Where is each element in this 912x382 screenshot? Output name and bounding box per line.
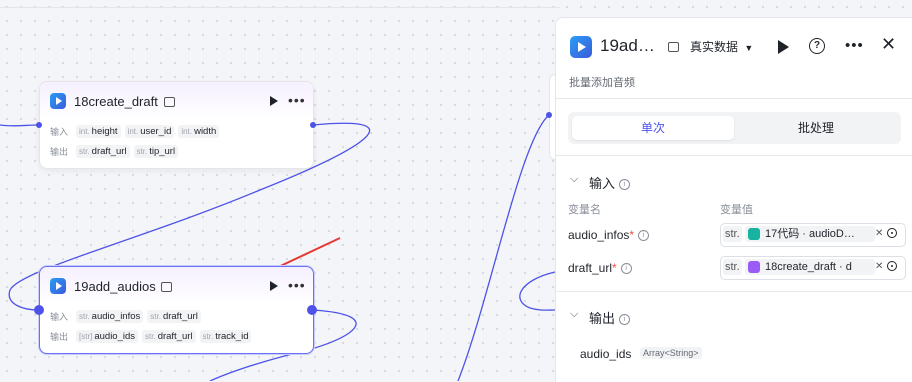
more-icon[interactable]: •••: [845, 37, 864, 54]
output-type: Array<String>: [640, 347, 702, 359]
chevron-down-icon[interactable]: ⌵: [570, 173, 578, 186]
divider: [556, 98, 912, 99]
info-icon[interactable]: i: [620, 263, 632, 275]
divider: [556, 291, 912, 292]
input-chip: int. user_id: [124, 124, 175, 138]
divider: [556, 155, 912, 156]
wire-panel-loop: [519, 271, 556, 311]
output-chip: str. draft_url: [76, 144, 130, 158]
type-tag: str.: [723, 226, 742, 242]
data-mode-label: 真实数据: [690, 40, 739, 54]
param-value-field[interactable]: str. 18create_draft · d ✕: [720, 256, 906, 280]
output-port[interactable]: [307, 305, 317, 315]
plugin-icon: [748, 261, 760, 273]
col-var-name: 变量名: [568, 204, 601, 216]
inputs-label: 输入: [50, 311, 69, 322]
plugin-play-icon: [50, 278, 66, 294]
input-section-label: 输入: [589, 176, 616, 191]
input-chip: str. audio_infos: [76, 309, 144, 323]
help-icon[interactable]: ?: [809, 38, 825, 54]
output-section-label: 输出: [589, 311, 616, 326]
inputs-label: 输入: [50, 126, 69, 137]
tab-batch[interactable]: 批处理: [735, 116, 897, 140]
outputs-label: 输出: [50, 331, 69, 342]
input-section-title: 输入 i: [589, 173, 631, 192]
run-icon[interactable]: [270, 281, 278, 291]
output-chip: str. tip_url: [133, 144, 179, 158]
panel-title: 19ad…: [600, 36, 655, 55]
tab-single[interactable]: 单次: [572, 116, 734, 140]
panel-description: 批量添加音频: [569, 77, 635, 89]
wire-into-18create: [0, 124, 39, 127]
node-inputs-row: 输入 str. audio_infos str. draft_url: [50, 309, 201, 323]
input-chip: str. draft_url: [147, 309, 201, 323]
close-icon[interactable]: ✕: [881, 34, 896, 55]
input-chip: int. width: [178, 124, 220, 138]
node-19add-audios[interactable]: 19add_audios ••• 输入 str. audio_infos str.…: [34, 266, 317, 354]
node-detail-panel: 19ad… 真实数据 ▼ ? ••• ✕ 批量添加音频 单次 批处理 ⌵ 输入 i…: [555, 17, 912, 382]
more-icon[interactable]: •••: [288, 277, 306, 293]
chevron-down-icon[interactable]: ⌵: [570, 308, 578, 321]
wire-to-panel: [457, 114, 550, 381]
outputs-label: 输出: [50, 146, 69, 157]
info-icon[interactable]: i: [638, 230, 650, 242]
output-section-title: 输出 i: [589, 308, 631, 327]
target-icon[interactable]: [887, 261, 897, 271]
node-18create-draft[interactable]: 18create_draft ••• 输入 int. height int. use…: [36, 81, 316, 169]
output-chip: str. track_id: [199, 329, 252, 343]
input-port[interactable]: [546, 112, 552, 118]
run-icon[interactable]: [778, 40, 789, 54]
output-chip: [str] audio_ids: [76, 329, 139, 343]
info-icon[interactable]: i: [619, 314, 631, 326]
card-icon: [668, 42, 679, 52]
variable-ref[interactable]: 18create_draft · d: [745, 259, 875, 275]
input-port[interactable]: [34, 305, 44, 315]
output-chip: str. draft_url: [142, 329, 196, 343]
node-outputs-row: 输出 str. draft_url str. tip_url: [50, 144, 179, 158]
type-tag: str.: [723, 259, 742, 275]
param-name: draft_url* i: [568, 261, 632, 275]
input-port[interactable]: [36, 122, 42, 128]
plugin-play-icon: [570, 36, 592, 58]
plugin-play-icon: [50, 93, 66, 109]
data-mode-dropdown[interactable]: 真实数据 ▼: [690, 38, 753, 55]
run-icon[interactable]: [270, 96, 278, 106]
caret-down-icon: ▼: [744, 43, 754, 53]
card-icon: [164, 97, 175, 107]
clear-icon[interactable]: ✕: [875, 261, 883, 272]
node-title: 18create_draft: [74, 94, 158, 109]
code-icon: [748, 228, 760, 240]
col-var-value: 变量值: [720, 204, 753, 216]
variable-ref[interactable]: 17代码 · audioD…: [745, 226, 875, 242]
target-icon[interactable]: [887, 228, 897, 238]
node-header: 18create_draft •••: [40, 82, 313, 120]
output-port[interactable]: [310, 122, 316, 128]
node-header: 19add_audios •••: [40, 267, 313, 305]
clear-icon[interactable]: ✕: [875, 228, 883, 239]
output-name: audio_ids: [580, 347, 632, 361]
card-icon: [161, 282, 172, 292]
run-mode-tabs: 单次 批处理: [568, 112, 901, 144]
input-chip: int. height: [76, 124, 121, 138]
node-title: 19add_audios: [74, 279, 156, 294]
more-icon[interactable]: •••: [288, 92, 306, 108]
param-value-field[interactable]: str. 17代码 · audioD… ✕: [720, 223, 906, 247]
param-name: audio_infos* i: [568, 228, 650, 242]
node-inputs-row: 输入 int. height int. user_id int. width: [50, 124, 220, 138]
info-icon[interactable]: i: [619, 179, 631, 191]
node-outputs-row: 输出 [str] audio_ids str. draft_url str. trac…: [50, 329, 252, 343]
